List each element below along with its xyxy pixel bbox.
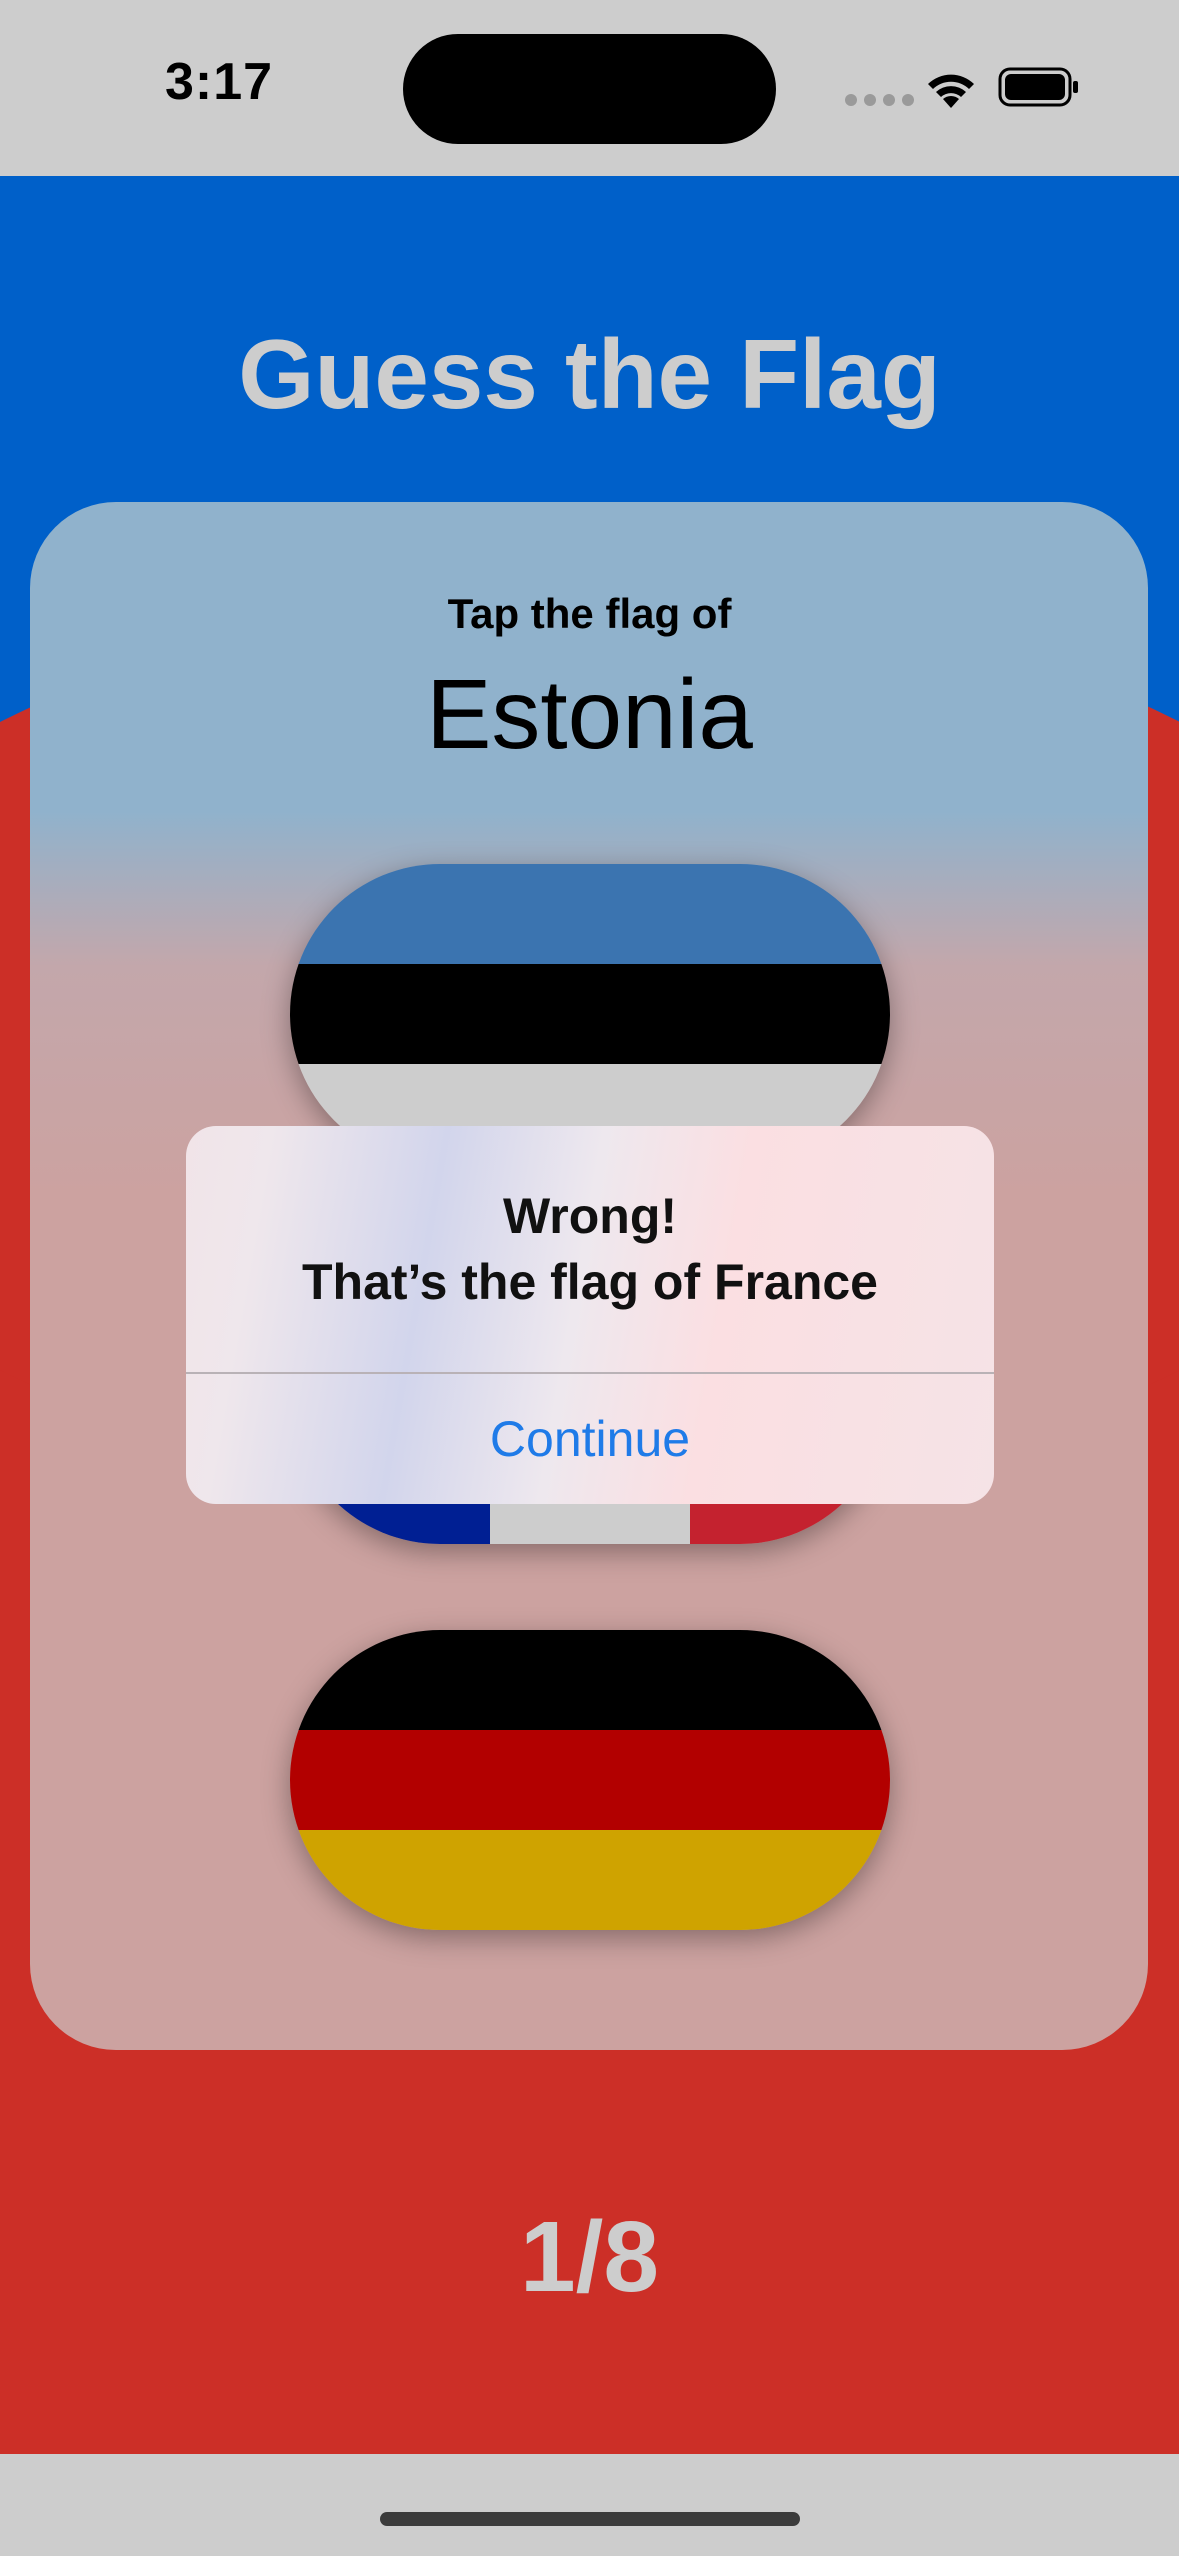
status-time: 3:17 [165,53,274,111]
prompt-label: Tap the flag of [447,590,732,637]
flag-stripe [290,1830,890,1930]
flag-stripe [290,964,890,1064]
battery-icon [998,67,1078,107]
status-bar: 3:17 [0,0,1179,176]
flag-stripe [290,864,890,964]
screen: 3:17 Guess the Flag Tap the flag of Esto… [0,0,1179,2556]
alert-title: Wrong! [502,1188,678,1244]
alert-message: That’s the flag of France [301,1254,878,1310]
dynamic-island [403,34,776,144]
flag-stripe [290,1630,890,1730]
progress-counter: 1/8 [519,2201,659,2313]
continue-button[interactable]: Continue [186,1374,994,1504]
target-country: Estonia [426,659,753,769]
wifi-icon [928,74,974,108]
cellular-dots-icon [845,94,914,106]
app-title: Guess the Flag [238,319,941,429]
flag-button-germany[interactable] [290,1630,890,1930]
bottom-safe-area [0,2454,1179,2556]
result-alert: Wrong! That’s the flag of France Continu… [186,1126,994,1504]
home-indicator[interactable] [380,2512,800,2526]
flag-stripe [290,1730,890,1830]
flag-button-estonia[interactable] [290,864,890,1164]
